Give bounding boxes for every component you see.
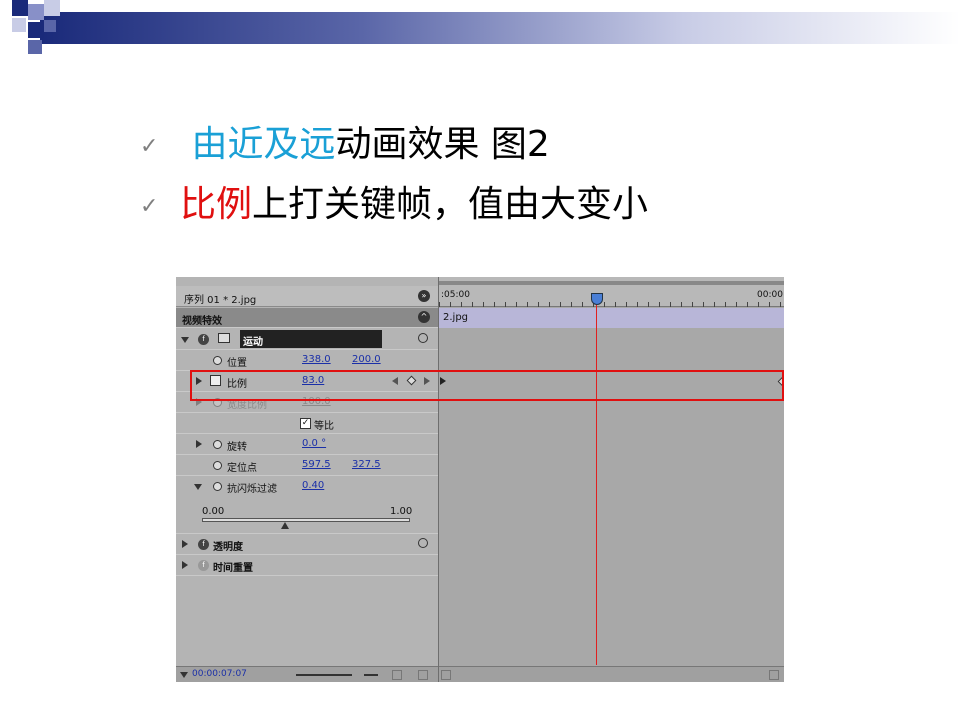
motion-label: 运动 bbox=[243, 337, 263, 348]
title-gradient-bar bbox=[40, 12, 960, 44]
expand-opacity-icon[interactable] bbox=[182, 540, 188, 548]
stopwatch-icon[interactable] bbox=[213, 461, 222, 470]
position-y-value[interactable]: 200.0 bbox=[352, 354, 381, 365]
anti-flicker-label: 抗闪烁过滤 bbox=[227, 484, 277, 495]
loop-icon[interactable] bbox=[418, 670, 428, 680]
bullet-1-text: 动画效果 图2 bbox=[335, 124, 550, 165]
expand-flicker-icon[interactable] bbox=[194, 484, 202, 490]
scroll-right-icon[interactable] bbox=[769, 670, 779, 680]
anti-flicker-row: 抗闪烁过滤 0.40 bbox=[176, 476, 438, 497]
bullet-1: ✓ 由近及远动画效果 图2 bbox=[140, 115, 550, 167]
effect-timeline: :05:00 00:00 2.jpg bbox=[438, 277, 784, 682]
reset-icon[interactable] bbox=[418, 333, 428, 343]
time-remap-row[interactable]: f 时间重置 bbox=[176, 555, 438, 576]
anchor-x-value[interactable]: 597.5 bbox=[302, 459, 331, 470]
opacity-row[interactable]: f 透明度 bbox=[176, 534, 438, 555]
zoom-in-icon[interactable] bbox=[364, 674, 378, 676]
flicker-slider-track[interactable] bbox=[202, 518, 410, 522]
video-effects-title: 视频特效 bbox=[182, 316, 222, 327]
deco-square bbox=[44, 20, 56, 32]
scroll-left-icon[interactable] bbox=[441, 670, 451, 680]
uniform-scale-row: ✓ 等比 bbox=[176, 413, 438, 434]
deco-square bbox=[12, 18, 26, 32]
position-x-value[interactable]: 338.0 bbox=[302, 354, 331, 365]
expand-motion-icon[interactable] bbox=[181, 337, 189, 343]
deco-square bbox=[28, 4, 44, 20]
playhead-line bbox=[596, 305, 597, 665]
sequence-tab[interactable]: 序列 01 * 2.jpg » bbox=[176, 286, 438, 307]
fx-toggle-icon[interactable]: f bbox=[198, 560, 209, 571]
clip-name: 2.jpg bbox=[443, 312, 469, 323]
deco-square bbox=[12, 0, 28, 16]
slider-max-label: 1.00 bbox=[390, 506, 413, 517]
bullet-1-highlight: 由近及远 bbox=[191, 124, 336, 165]
uniform-scale-checkbox[interactable]: ✓ bbox=[300, 418, 311, 429]
flicker-slider-handle[interactable] bbox=[281, 522, 289, 529]
bullet-2-text: 上打关键帧，值由大变小 bbox=[252, 184, 649, 225]
fx-toggle-icon[interactable]: f bbox=[198, 539, 209, 550]
highlight-box-scale bbox=[190, 370, 784, 401]
anchor-point-row: 定位点 597.5 327.5 bbox=[176, 455, 438, 476]
motion-transform-icon[interactable] bbox=[218, 333, 230, 343]
bullet-2-highlight: 比例 bbox=[180, 184, 253, 225]
deco-square bbox=[28, 40, 42, 54]
time-remap-label: 时间重置 bbox=[213, 563, 253, 574]
deco-square bbox=[28, 22, 44, 38]
timeline-scrollbar[interactable] bbox=[439, 666, 784, 682]
time-ruler-scroll[interactable] bbox=[439, 281, 784, 285]
stopwatch-icon[interactable] bbox=[213, 356, 222, 365]
bullet-2: ✓ 比例上打关键帧，值由大变小 bbox=[140, 175, 648, 227]
uniform-scale-label: 等比 bbox=[314, 421, 334, 432]
video-effects-header: 视频特效 ^ bbox=[176, 308, 438, 328]
footer-menu-icon[interactable] bbox=[180, 672, 188, 678]
effect-controls-panel: 序列 01 * 2.jpg » 视频特效 ^ f 运动 位置 338.0 200… bbox=[176, 277, 784, 682]
reset-icon[interactable] bbox=[418, 538, 428, 548]
ruler-start-time: :05:00 bbox=[441, 290, 470, 300]
footer-bar: 00:00:07:07 bbox=[176, 666, 438, 682]
fx-toggle-icon[interactable]: f bbox=[198, 334, 209, 345]
playhead-handle-icon[interactable] bbox=[591, 293, 603, 305]
expand-rotation-icon[interactable] bbox=[196, 440, 202, 448]
clip-bar[interactable]: 2.jpg bbox=[439, 308, 784, 328]
slider-min-label: 0.00 bbox=[202, 506, 225, 517]
ruler-end-time: 00:00 bbox=[757, 290, 783, 300]
position-label: 位置 bbox=[227, 358, 247, 369]
stopwatch-icon[interactable] bbox=[213, 482, 222, 491]
position-row: 位置 338.0 200.0 bbox=[176, 350, 438, 371]
stopwatch-icon[interactable] bbox=[213, 440, 222, 449]
check-icon: ✓ bbox=[140, 133, 159, 159]
footer-timecode[interactable]: 00:00:07:07 bbox=[192, 669, 247, 679]
flicker-slider-row: 0.00 1.00 bbox=[176, 498, 438, 534]
check-icon: ✓ bbox=[140, 193, 159, 219]
rotation-value[interactable]: 0.0 ° bbox=[302, 438, 326, 449]
sequence-tab-label: 序列 01 * 2.jpg bbox=[184, 295, 257, 306]
time-ruler[interactable]: :05:00 00:00 bbox=[439, 277, 784, 307]
show-timeline-button[interactable]: » bbox=[418, 290, 430, 302]
opacity-label: 透明度 bbox=[213, 542, 243, 553]
zoom-slider[interactable] bbox=[296, 674, 352, 676]
expand-time-remap-icon[interactable] bbox=[182, 561, 188, 569]
ruler-ticks bbox=[439, 302, 784, 307]
motion-effect-row[interactable]: f 运动 bbox=[176, 329, 438, 350]
anti-flicker-value[interactable]: 0.40 bbox=[302, 480, 324, 491]
play-audio-icon[interactable] bbox=[392, 670, 402, 680]
effect-controls-list: 序列 01 * 2.jpg » 视频特效 ^ f 运动 位置 338.0 200… bbox=[176, 277, 438, 682]
deco-square bbox=[44, 0, 60, 16]
rotation-label: 旋转 bbox=[227, 442, 247, 453]
anchor-point-label: 定位点 bbox=[227, 463, 257, 474]
rotation-row: 旋转 0.0 ° bbox=[176, 434, 438, 455]
anchor-y-value[interactable]: 327.5 bbox=[352, 459, 381, 470]
collapse-button[interactable]: ^ bbox=[418, 311, 430, 323]
